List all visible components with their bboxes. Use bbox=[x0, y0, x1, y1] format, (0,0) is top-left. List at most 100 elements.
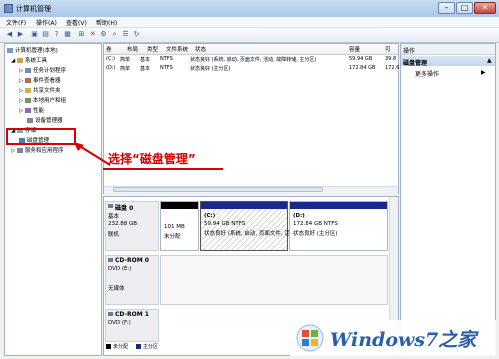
windows-logo-icon bbox=[296, 324, 324, 352]
disk-0-label[interactable]: 磁盘 0 基本 232.88 GB 联机 bbox=[105, 201, 159, 251]
partition-status: 状态良好 (系统, 启动, 页面文件, 活动 bbox=[204, 231, 296, 237]
tools-icon bbox=[16, 58, 23, 63]
tree-item-shared-folders[interactable]: ▷ 共享文件夹 bbox=[19, 86, 61, 94]
watermark-text: Windows7之家 bbox=[330, 329, 477, 351]
help-icon[interactable]: ? bbox=[52, 30, 61, 39]
partition-size: 59.94 GB NTFS bbox=[204, 221, 246, 227]
more-actions-arrow-icon[interactable]: ▶ bbox=[481, 69, 486, 76]
actions-header: 操作 bbox=[403, 48, 416, 55]
device-manager-icon bbox=[27, 118, 33, 123]
tree-label: 本地用户和组 bbox=[32, 98, 66, 104]
computer-icon bbox=[7, 48, 13, 53]
tree-item-task-scheduler[interactable]: ▷ 任务计划程序 bbox=[19, 66, 66, 74]
volume-size: 172.84 GB bbox=[349, 65, 376, 71]
callout-arrow bbox=[74, 142, 111, 166]
search-icon[interactable]: ⌕ bbox=[110, 30, 119, 39]
disk-drive: DVD (F:) bbox=[108, 320, 131, 326]
title-bar bbox=[0, 0, 499, 17]
back-icon[interactable]: ◀ bbox=[5, 30, 14, 39]
tree-item-root[interactable]: 计算机管理(本地) bbox=[7, 46, 58, 54]
volume-fs: NTFS bbox=[160, 65, 173, 71]
col-free[interactable]: 可 bbox=[385, 45, 391, 53]
tree-item-device-manager[interactable]: 设备管理器 bbox=[27, 116, 63, 124]
cdrom-icon bbox=[108, 312, 113, 316]
refresh-icon[interactable]: ↻ bbox=[132, 30, 141, 39]
tree-label: 共享文件夹 bbox=[32, 88, 61, 94]
minimize-button[interactable]: – bbox=[438, 2, 455, 14]
show-hide-tree-icon[interactable]: ▤ bbox=[41, 30, 50, 39]
disk-size: 232.88 GB bbox=[108, 221, 138, 227]
disk-icon bbox=[108, 204, 113, 208]
collapse-icon[interactable]: ▲ bbox=[487, 57, 492, 64]
menu-file[interactable]: 文件(F) bbox=[6, 18, 26, 27]
task-scheduler-icon bbox=[24, 68, 31, 73]
col-volume[interactable]: 卷 bbox=[106, 45, 112, 53]
maximize-button[interactable]: □ bbox=[456, 2, 473, 14]
partition-c[interactable]: (C:) 59.94 GB NTFS 状态良好 (系统, 启动, 页面文件, 活… bbox=[200, 201, 295, 251]
actions-header-bar bbox=[401, 44, 495, 55]
tree-item-services[interactable]: ▷ 服务和应用程序 bbox=[11, 146, 64, 154]
up-folder-icon[interactable]: ▣ bbox=[30, 30, 39, 39]
partition-status: 未分配 bbox=[164, 234, 181, 240]
volume-layout: 简单 bbox=[120, 57, 131, 63]
legend-primary-swatch bbox=[136, 344, 141, 349]
actions-pane bbox=[400, 43, 496, 356]
properties-icon[interactable]: ▦ bbox=[63, 30, 72, 39]
volume-type: 基本 bbox=[140, 57, 151, 63]
tree-item-event-viewer[interactable]: ▷ 事件查看器 bbox=[19, 76, 61, 84]
tree-label: 事件查看器 bbox=[32, 78, 61, 84]
tree-item-system-tools[interactable]: ◢ 系统工具 bbox=[11, 56, 47, 64]
menu-view[interactable]: 查看(V) bbox=[66, 18, 87, 27]
more-actions-link[interactable]: 更多操作 bbox=[415, 69, 439, 78]
menu-help[interactable]: 帮助(H) bbox=[96, 18, 117, 27]
connect-icon[interactable]: ⊞ bbox=[77, 30, 86, 39]
disk-status: 联机 bbox=[108, 232, 120, 238]
menu-action[interactable]: 操作(A) bbox=[36, 18, 57, 27]
users-icon bbox=[24, 98, 31, 103]
cdrom-1-label[interactable]: CD-ROM 1 DVD (F:) bbox=[105, 309, 159, 342]
computer-management-window: 计算机管理 – □ ✕ 文件(F) 操作(A) 查看(V) 帮助(H) ◀ ▶ … bbox=[0, 0, 499, 359]
horizontal-scroll-thumb[interactable] bbox=[113, 187, 323, 192]
volume-drive: (C:) bbox=[106, 56, 116, 62]
tree-label: 任务计划程序 bbox=[32, 68, 66, 74]
volume-fs: NTFS bbox=[160, 56, 173, 62]
partition-size: 172.84 GB NTFS bbox=[293, 221, 338, 227]
event-viewer-icon bbox=[24, 78, 31, 83]
tree-root-label: 计算机管理(本地) bbox=[15, 48, 58, 54]
cdrom-icon bbox=[108, 258, 113, 262]
tree-label: 服务和应用程序 bbox=[24, 148, 64, 154]
list-view-icon[interactable]: ☰ bbox=[121, 30, 130, 39]
actions-section-label: 磁盘管理 bbox=[403, 60, 428, 67]
disk-type: 基本 bbox=[108, 214, 120, 220]
cdrom-0-label[interactable]: CD-ROM 0 DVD (E:) 无媒体 bbox=[105, 255, 159, 305]
col-filesystem[interactable]: 文件系统 bbox=[166, 45, 188, 53]
legend-unallocated-label: 未分配 bbox=[113, 344, 129, 350]
partition-bar bbox=[161, 202, 198, 209]
volume-drive: (D:) bbox=[106, 65, 116, 71]
callout-text: 选择“磁盘管理” bbox=[108, 152, 196, 166]
shared-folder-icon bbox=[24, 88, 31, 93]
col-type[interactable]: 类型 bbox=[147, 45, 158, 53]
computer-management-icon bbox=[4, 4, 13, 13]
delete-icon[interactable]: ✕ bbox=[88, 30, 97, 39]
disk-drive: DVD (E:) bbox=[108, 266, 132, 272]
col-layout[interactable]: 布局 bbox=[127, 45, 138, 53]
col-capacity[interactable]: 容量 bbox=[349, 45, 360, 53]
tree-item-performance[interactable]: ▷ 性能 bbox=[19, 106, 44, 114]
settings-icon[interactable]: ⚙ bbox=[99, 30, 108, 39]
partition-d[interactable]: (D:) 172.84 GB NTFS 状态良好 (主分区) bbox=[289, 201, 388, 251]
legend-unallocated-swatch bbox=[106, 344, 111, 349]
partition-status: 状态良好 (主分区) bbox=[293, 231, 338, 237]
tree-label: 设备管理器 bbox=[35, 118, 63, 124]
volume-status: 状态良好 (主分区) bbox=[190, 66, 231, 72]
tree-item-local-users[interactable]: ▷ 本地用户和组 bbox=[19, 96, 66, 104]
services-icon bbox=[16, 148, 23, 153]
close-button[interactable]: ✕ bbox=[474, 2, 496, 14]
window-title: 计算机管理 bbox=[16, 5, 51, 13]
col-status[interactable]: 状态 bbox=[195, 45, 206, 53]
volume-status: 状态良好 (系统, 启动, 页面文件, 活动, 故障转储, 主分区) bbox=[190, 57, 317, 63]
forward-icon[interactable]: ▶ bbox=[16, 30, 25, 39]
partition-unallocated[interactable]: 101 MB 未分配 bbox=[160, 201, 199, 251]
disk-management-highlight-box bbox=[6, 128, 76, 145]
legend-primary-label: 主分区 bbox=[143, 344, 159, 350]
